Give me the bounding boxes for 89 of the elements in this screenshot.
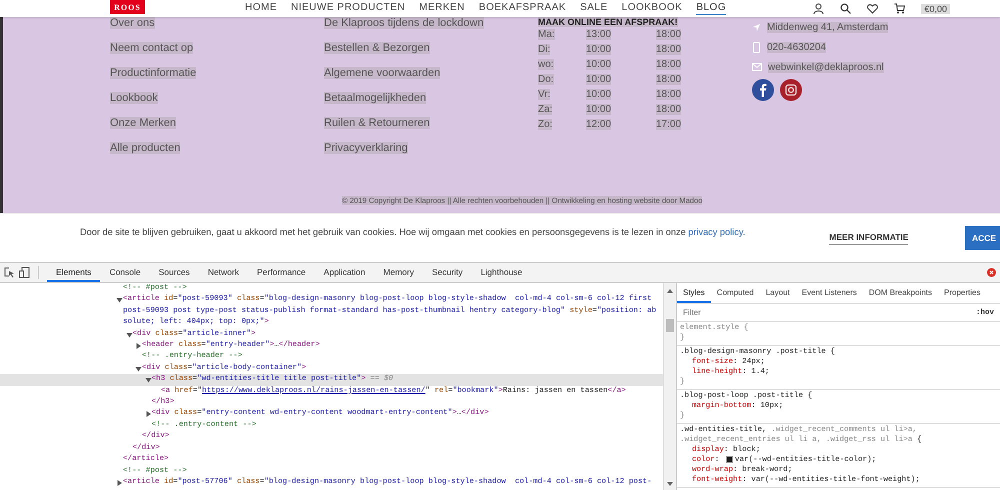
day-label: wo:: [538, 59, 554, 70]
more-info-button[interactable]: MEER INFORMATIE: [829, 232, 908, 244]
footer-link[interactable]: Productinformatie: [110, 67, 196, 79]
caret-down-icon[interactable]: [144, 377, 152, 384]
inspect-icon[interactable]: [4, 267, 15, 278]
phone-icon: [752, 42, 761, 52]
devtools-tab[interactable]: Performance: [248, 263, 315, 282]
footer-link[interactable]: De Klaproos tijdens de lockdown: [324, 17, 484, 29]
styles-tab[interactable]: Layout: [760, 283, 796, 303]
footer-link[interactable]: Betaalmogelijkheden: [324, 92, 426, 104]
opening-time: 12:00: [586, 119, 612, 130]
footer-link[interactable]: Over ons: [110, 17, 155, 29]
day-label: Ma:: [538, 29, 555, 40]
closing-time: 18:00: [656, 104, 682, 115]
privacy-link[interactable]: privacy policy.: [688, 227, 746, 237]
scroll-up-icon[interactable]: [667, 289, 673, 293]
opening-time: 10:00: [586, 104, 612, 115]
caret-down-icon[interactable]: [135, 366, 142, 372]
closing-time: 18:00: [656, 59, 682, 70]
nav-link[interactable]: SALE: [580, 2, 608, 15]
caret-down-icon[interactable]: [116, 297, 123, 304]
caret-right-icon[interactable]: [135, 343, 142, 350]
color-swatch[interactable]: [726, 456, 733, 462]
devtools-tab[interactable]: Application: [314, 263, 374, 282]
styles-tab[interactable]: Styles: [677, 283, 711, 303]
scroll-down-icon[interactable]: [667, 482, 673, 486]
closing-time: 18:00: [656, 44, 682, 55]
devtools-tab[interactable]: Elements: [47, 263, 100, 282]
scroll-thumb[interactable]: [666, 319, 674, 332]
contact-phone: 020-4630204: [767, 42, 826, 52]
location-arrow-icon: [752, 22, 761, 32]
caret-right-icon[interactable]: [116, 480, 123, 486]
day-label: Vr:: [538, 89, 550, 100]
day-label: Za:: [538, 104, 552, 115]
logo[interactable]: ROOS: [110, 0, 145, 14]
contact-email: webwinkel@deklaproos.nl: [768, 62, 884, 72]
devtools-tab[interactable]: Sources: [150, 263, 199, 282]
user-icon[interactable]: [813, 3, 824, 14]
footer-link[interactable]: Alle producten: [110, 142, 180, 154]
devtools-tab[interactable]: Console: [100, 263, 150, 282]
facebook-icon[interactable]: [752, 79, 774, 101]
hours-title: MAAK ONLINE EEN AFSPRAAK!: [538, 17, 678, 27]
footer-link[interactable]: Onze Merken: [110, 117, 176, 129]
opening-time: 10:00: [586, 74, 612, 85]
heart-icon[interactable]: [867, 3, 878, 14]
footer-link[interactable]: Bestellen & Bezorgen: [324, 42, 430, 54]
footer-link[interactable]: Lookbook: [110, 92, 158, 104]
opening-time: 10:00: [586, 89, 612, 100]
devtools-tab[interactable]: Lighthouse: [472, 263, 532, 282]
opening-time: 10:00: [586, 44, 612, 55]
devtools-tab[interactable]: Network: [198, 263, 248, 282]
day-label: Zo:: [538, 119, 552, 130]
closing-time: 18:00: [656, 29, 682, 40]
scrollbar[interactable]: [663, 283, 676, 490]
instagram-icon[interactable]: [780, 79, 802, 101]
nav-link[interactable]: NIEUWE PRODUCTEN: [291, 2, 406, 15]
footer-link[interactable]: Ruilen & Retourneren: [324, 117, 430, 129]
footer-link[interactable]: Neem contact op: [110, 42, 194, 54]
nav-link[interactable]: BOEKAFSPRAAK: [478, 2, 566, 15]
devtools-tab[interactable]: Memory: [374, 263, 423, 282]
closing-time: 18:00: [656, 89, 682, 100]
footer-link[interactable]: Algemene voorwaarden: [324, 67, 440, 79]
nav-link[interactable]: BLOG: [696, 2, 726, 15]
styles-tab[interactable]: Properties: [938, 283, 986, 303]
contact-address: Middenweg 41, Amsterdam: [767, 22, 888, 32]
nav-link[interactable]: LOOKBOOK: [622, 2, 682, 15]
cart-icon[interactable]: [894, 3, 906, 14]
nav-link[interactable]: MERKEN: [419, 2, 465, 15]
devtools-tab[interactable]: Security: [422, 263, 472, 282]
cookie-notice: Door de site te blijven gebruiken, gaat u akkoord met het gebruik van cookies. Hoe wij omgaan met cookies en persoonsgegevens is te lezen in onze privacy policy.: [80, 227, 746, 237]
error-icon[interactable]: [987, 268, 996, 277]
opening-time: 10:00: [586, 59, 612, 70]
device-icon[interactable]: [19, 267, 30, 278]
styles-tab[interactable]: Computed: [710, 283, 760, 303]
mail-icon: [752, 63, 762, 71]
closing-time: 18:00: [656, 74, 682, 85]
caret-right-icon[interactable]: [144, 411, 152, 418]
day-label: Do:: [538, 74, 554, 85]
caret-down-icon[interactable]: [126, 332, 132, 338]
cart-total[interactable]: €0,00: [921, 4, 950, 14]
closing-time: 17:00: [656, 119, 682, 130]
search-icon[interactable]: [840, 3, 852, 14]
day-label: Di:: [538, 44, 550, 55]
styles-tab[interactable]: Event Listeners: [796, 283, 863, 303]
accept-button[interactable]: ACCE: [965, 226, 1000, 250]
opening-time: 13:00: [586, 29, 612, 40]
nav-link[interactable]: HOME: [245, 2, 277, 15]
footer-link[interactable]: Privacyverklaring: [324, 142, 408, 154]
styles-tab[interactable]: DOM Breakpoints: [862, 283, 938, 303]
